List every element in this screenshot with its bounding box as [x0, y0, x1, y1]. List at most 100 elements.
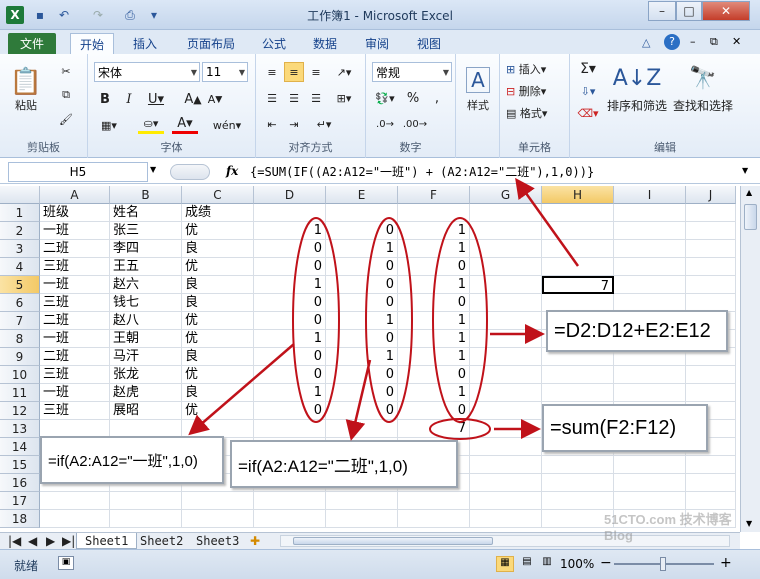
orientation-icon[interactable]: ↗▾ — [332, 62, 356, 82]
scroll-up-icon[interactable]: ▲ — [746, 188, 752, 197]
cell-d9[interactable]: 0 — [254, 348, 326, 366]
decrease-indent-icon[interactable]: ⇤ — [262, 114, 282, 134]
cell-f11[interactable]: 1 — [398, 384, 470, 402]
cell-e7[interactable]: 1 — [326, 312, 398, 330]
tab-view[interactable]: 视图 — [408, 33, 450, 54]
underline-button[interactable]: U▾ — [144, 90, 168, 108]
column-header-f[interactable]: F — [398, 186, 470, 204]
cell-g14[interactable] — [470, 438, 542, 456]
cell-f7[interactable]: 1 — [398, 312, 470, 330]
cell-c4[interactable]: 优 — [182, 258, 254, 276]
cell-d10[interactable]: 0 — [254, 366, 326, 384]
prev-sheet-icon[interactable]: ◀ — [26, 533, 39, 549]
cell-b1[interactable]: 姓名 — [110, 204, 182, 222]
cell-d12[interactable]: 0 — [254, 402, 326, 420]
cell-e17[interactable] — [326, 492, 398, 510]
fill-color-icon[interactable]: ⛀▾ — [138, 116, 164, 134]
autosum-icon[interactable]: Σ▾ — [576, 60, 600, 78]
grow-font-icon[interactable]: A ▲ — [184, 90, 202, 108]
cell-e11[interactable]: 0 — [326, 384, 398, 402]
vertical-scrollbar[interactable]: ▲ ▼ — [740, 186, 760, 532]
row-header-8[interactable]: 8 — [0, 330, 40, 348]
cell-a9[interactable]: 二班 — [40, 348, 110, 366]
align-right-icon[interactable]: ☰ — [306, 88, 326, 108]
expand-formula-bar-icon[interactable]: ▼ — [742, 166, 748, 175]
cell-d8[interactable]: 1 — [254, 330, 326, 348]
cell-c3[interactable]: 良 — [182, 240, 254, 258]
maximize-button[interactable]: □ — [676, 1, 702, 21]
select-all-corner[interactable] — [0, 186, 40, 204]
column-header-b[interactable]: B — [110, 186, 182, 204]
row-header-3[interactable]: 3 — [0, 240, 40, 258]
cell-d4[interactable]: 0 — [254, 258, 326, 276]
align-top-icon[interactable]: ≡ — [262, 62, 282, 82]
cell-d11[interactable]: 1 — [254, 384, 326, 402]
cell-a18[interactable] — [40, 510, 110, 528]
decrease-decimal-icon[interactable]: .00→ — [402, 114, 428, 134]
format-painter-icon[interactable]: 🖌 — [56, 110, 76, 128]
increase-indent-icon[interactable]: ⇥ — [284, 114, 304, 134]
cell-d1[interactable] — [254, 204, 326, 222]
next-sheet-icon[interactable]: ▶ — [44, 533, 57, 549]
row-header-18[interactable]: 18 — [0, 510, 40, 528]
cell-a8[interactable]: 一班 — [40, 330, 110, 348]
cell-g11[interactable] — [470, 384, 542, 402]
cell-j16[interactable] — [686, 474, 736, 492]
cell-a3[interactable]: 二班 — [40, 240, 110, 258]
cell-j4[interactable] — [686, 258, 736, 276]
cell-b4[interactable]: 王五 — [110, 258, 182, 276]
cell-i3[interactable] — [614, 240, 686, 258]
cell-e8[interactable]: 0 — [326, 330, 398, 348]
column-header-i[interactable]: I — [614, 186, 686, 204]
tab-home[interactable]: 开始 — [70, 33, 115, 54]
font-name-combo[interactable]: 宋体 ▼ — [94, 62, 200, 82]
cell-d2[interactable]: 1 — [254, 222, 326, 240]
scroll-thumb[interactable] — [744, 204, 757, 230]
fill-icon[interactable]: ⇩▾ — [576, 82, 600, 100]
cell-c2[interactable]: 优 — [182, 222, 254, 240]
row-header-12[interactable]: 12 — [0, 402, 40, 420]
cell-i2[interactable] — [614, 222, 686, 240]
cell-d7[interactable]: 0 — [254, 312, 326, 330]
number-format-combo[interactable]: 常规 ▼ — [372, 62, 452, 82]
borders-icon[interactable]: ▦▾ — [96, 116, 122, 134]
cell-b9[interactable]: 马汗 — [110, 348, 182, 366]
zoom-out-button[interactable]: − — [600, 555, 612, 571]
cell-c1[interactable]: 成绩 — [182, 204, 254, 222]
row-header-9[interactable]: 9 — [0, 348, 40, 366]
column-header-g[interactable]: G — [470, 186, 542, 204]
cell-a2[interactable]: 一班 — [40, 222, 110, 240]
row-header-13[interactable]: 13 — [0, 420, 40, 438]
cell-g4[interactable] — [470, 258, 542, 276]
row-header-14[interactable]: 14 — [0, 438, 40, 456]
cell-g17[interactable] — [470, 492, 542, 510]
font-size-combo[interactable]: 11 ▼ — [202, 62, 248, 82]
cell-a7[interactable]: 二班 — [40, 312, 110, 330]
cell-d3[interactable]: 0 — [254, 240, 326, 258]
cell-c8[interactable]: 优 — [182, 330, 254, 348]
cell-c7[interactable]: 优 — [182, 312, 254, 330]
cell-g2[interactable] — [470, 222, 542, 240]
cell-d13[interactable] — [254, 420, 326, 438]
format-cells-button[interactable]: ▤ 格式 ▾ — [506, 104, 564, 122]
normal-view-icon[interactable]: ▦ — [496, 556, 514, 572]
last-sheet-icon[interactable]: ▶| — [60, 533, 77, 549]
cell-h10[interactable] — [542, 366, 614, 384]
cell-e13[interactable] — [326, 420, 398, 438]
row-header-5[interactable]: 5 — [0, 276, 40, 294]
help-icon[interactable]: ? — [664, 34, 680, 50]
cell-i5[interactable] — [614, 276, 686, 294]
tab-file[interactable]: 文件 — [8, 33, 57, 54]
find-select-button[interactable]: 🔭 查找和选择 — [670, 58, 736, 122]
align-bottom-icon[interactable]: ≡ — [306, 62, 326, 82]
delete-cells-button[interactable]: ⊟ 删除 ▾ — [506, 82, 564, 100]
cell-g12[interactable] — [470, 402, 542, 420]
cell-e6[interactable]: 0 — [326, 294, 398, 312]
cell-g3[interactable] — [470, 240, 542, 258]
phonetic-icon[interactable]: wén▾ — [212, 114, 242, 136]
percent-icon[interactable]: % — [404, 88, 422, 108]
row-header-11[interactable]: 11 — [0, 384, 40, 402]
clear-icon[interactable]: ⌫▾ — [576, 104, 600, 122]
cell-g15[interactable] — [470, 456, 542, 474]
comma-icon[interactable]: , — [428, 88, 446, 108]
